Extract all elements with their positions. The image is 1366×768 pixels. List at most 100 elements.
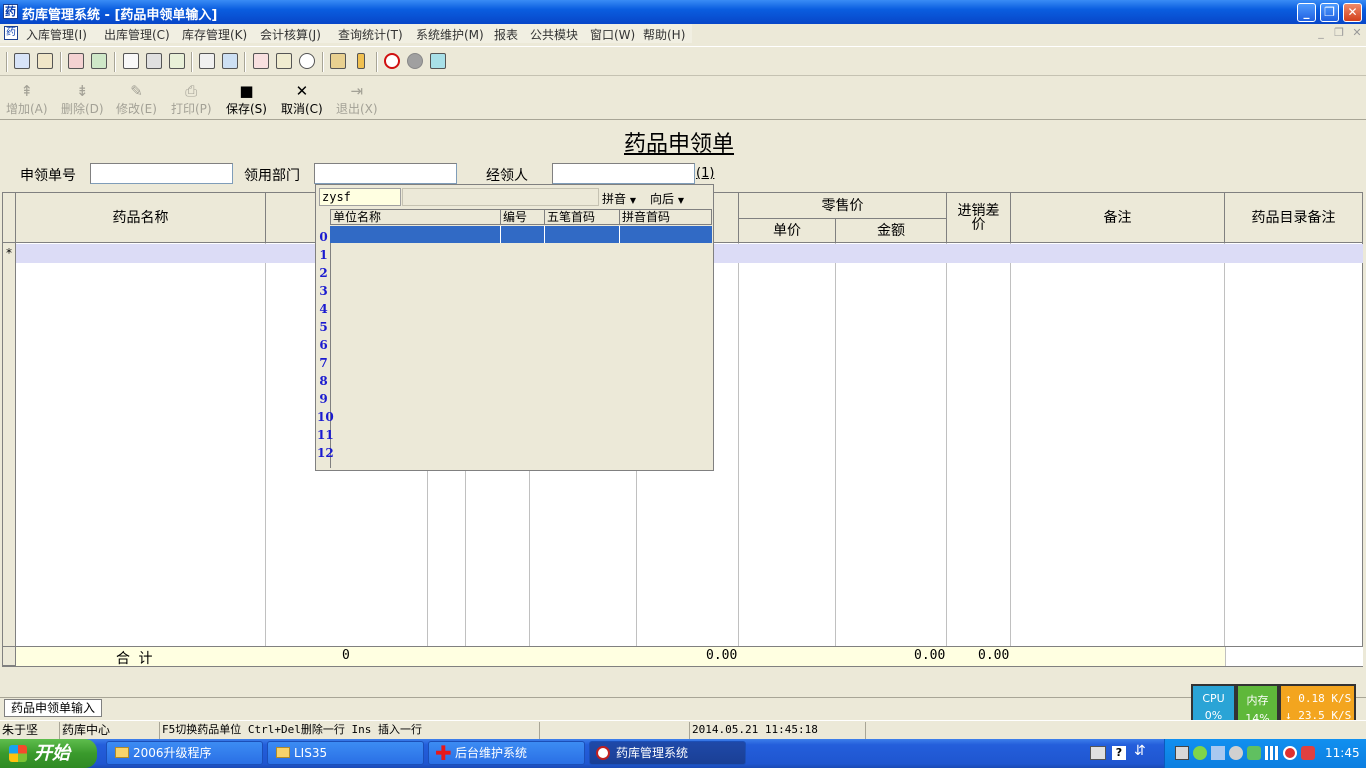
lookup-row-number: 4 xyxy=(319,302,328,316)
exit-button[interactable]: ⇥ 退出(X) xyxy=(336,82,378,117)
total-catalog-remark-cell xyxy=(1225,647,1363,666)
tray-security-icon[interactable] xyxy=(1247,746,1261,760)
header-unit-price[interactable]: 单价 xyxy=(739,219,836,243)
tools-icon[interactable] xyxy=(276,53,292,69)
inbound-icon[interactable] xyxy=(14,53,30,69)
status-empty xyxy=(540,722,690,739)
total-row: 合 计 0 0.00 0.00 0.00 xyxy=(16,646,1363,667)
task-lis35[interactable]: LIS35 xyxy=(267,741,424,765)
lookup-row-number: 12 xyxy=(317,446,334,460)
menu-query[interactable]: 查询统计(T) xyxy=(338,26,403,43)
mdi-child-icon[interactable]: 药 xyxy=(4,26,18,40)
task-backend-maintenance[interactable]: ✚ 后台维护系统 xyxy=(428,741,585,765)
dept-lookup-popup[interactable]: 拼音 ▼ 向后 ▼ 单位名称 编号 五笔首码 拼音首码 012345678910… xyxy=(315,184,714,471)
edit-button[interactable]: ✎ 修改(E) xyxy=(116,82,157,117)
tray-antivirus-icon[interactable] xyxy=(1301,746,1315,760)
close-button[interactable]: ✕ xyxy=(1343,3,1362,22)
tray-vm-icon[interactable] xyxy=(1175,746,1189,760)
lookup-search-input[interactable] xyxy=(319,188,401,206)
restore-button[interactable]: ❐ xyxy=(1320,3,1339,22)
tray-block-icon[interactable] xyxy=(1283,746,1297,760)
menu-outbound[interactable]: 出库管理(C) xyxy=(104,26,170,43)
header-spread[interactable]: 进销差价 xyxy=(947,193,1011,243)
cancel-button[interactable]: ✕ 取消(C) xyxy=(281,82,323,117)
upload-speed: 0.18 K/S xyxy=(1298,692,1352,705)
lookup-selected-row[interactable] xyxy=(330,226,712,243)
total-spread: 0.00 xyxy=(978,648,1010,663)
minimize-button[interactable]: _ xyxy=(1297,3,1316,22)
action-toolbar: ⇞ 增加(A) ⇟ 删除(D) ✎ 修改(E) ⎙ 打印(P) ■ 保存(S) … xyxy=(0,78,1366,118)
menu-help[interactable]: 帮助(H) xyxy=(643,26,685,43)
mdi-tab-order-entry[interactable]: 药品申领单输入 xyxy=(4,699,103,717)
language-icon[interactable]: ⇵ xyxy=(1134,743,1146,759)
tray-grid-icon[interactable] xyxy=(1265,746,1279,760)
lookup-grid-header: 单位名称 编号 五笔首码 拼音首码 xyxy=(330,209,712,225)
menu-system[interactable]: 系统维护(M) xyxy=(416,26,484,43)
header-retail[interactable]: 零售价 xyxy=(739,193,947,219)
lookup-row-number: 1 xyxy=(319,248,328,262)
start-button[interactable]: 开始 xyxy=(0,739,97,768)
menu-public[interactable]: 公共模块 xyxy=(530,26,578,43)
clipboard-icon[interactable] xyxy=(123,53,139,69)
handler-input[interactable] xyxy=(552,163,695,184)
folder-icon[interactable] xyxy=(330,53,346,69)
menu-bar: 药 入库管理(I) 出库管理(C) 库存管理(K) 会计核算(J) 查询统计(T… xyxy=(0,24,692,43)
task-upgrade-program[interactable]: 2006升级程序 xyxy=(106,741,263,765)
card-icon[interactable] xyxy=(146,53,162,69)
menu-reports[interactable]: 报表 xyxy=(494,26,518,43)
task-pharmacy-system[interactable]: 药库管理系统 xyxy=(589,741,746,765)
header-catalog-remark[interactable]: 药品目录备注 xyxy=(1225,193,1362,243)
app-icon[interactable]: 药 xyxy=(3,4,18,19)
stop-icon[interactable] xyxy=(384,53,400,69)
menu-inbound[interactable]: 入库管理(I) xyxy=(26,26,87,43)
calendar-icon[interactable] xyxy=(430,53,446,69)
lookup-col-code[interactable]: 编号 xyxy=(501,210,545,225)
menu-accounting[interactable]: 会计核算(J) xyxy=(260,26,321,43)
lookup-grid-body[interactable] xyxy=(330,226,712,468)
keyboard-icon[interactable] xyxy=(1090,746,1106,760)
add-button[interactable]: ⇞ 增加(A) xyxy=(6,82,48,117)
menu-inventory[interactable]: 库存管理(K) xyxy=(182,26,247,43)
print-button[interactable]: ⎙ 打印(P) xyxy=(171,82,212,117)
outbound-icon[interactable] xyxy=(37,53,53,69)
table-icon[interactable] xyxy=(222,53,238,69)
list-icon[interactable] xyxy=(169,53,185,69)
lookup-search-spacer xyxy=(402,188,599,206)
printer-icon: ⎙ xyxy=(185,82,198,100)
tray-monitor-icon[interactable] xyxy=(1211,746,1225,760)
order-no-input[interactable] xyxy=(90,163,233,184)
page-indicator: (1) xyxy=(696,166,715,181)
lookup-direction-dropdown[interactable]: 向后 ▼ xyxy=(650,190,684,207)
help-icon[interactable]: ? xyxy=(1112,746,1126,760)
title-bar[interactable]: 药 药库管理系统 - [药品申领单输入] _ ❐ ✕ xyxy=(0,0,1366,24)
mdi-minimize-icon[interactable]: _ xyxy=(1314,26,1328,40)
header-remark[interactable]: 备注 xyxy=(1011,193,1225,243)
toolbar-separator xyxy=(244,52,246,72)
mdi-close-icon[interactable]: ✕ xyxy=(1350,26,1364,40)
tray-sync-icon[interactable] xyxy=(1229,746,1243,760)
thermometer-icon[interactable] xyxy=(357,53,365,69)
tray-network-icon[interactable] xyxy=(1193,746,1207,760)
mdi-restore-icon[interactable]: ❐ xyxy=(1332,26,1346,40)
lookup-row-number: 7 xyxy=(319,356,328,370)
lookup-row-number: 5 xyxy=(319,320,328,334)
dept-input[interactable] xyxy=(314,163,457,184)
cancel-icon: ✕ xyxy=(295,82,309,100)
copy-icon[interactable] xyxy=(199,53,215,69)
lookup-col-wubi[interactable]: 五笔首码 xyxy=(545,210,620,225)
form-header: 药品申领单 申领单号 领用部门 经领人 (1) xyxy=(0,119,1366,191)
header-amount[interactable]: 金额 xyxy=(836,219,947,243)
calculator-icon[interactable] xyxy=(253,53,269,69)
lookup-mode-dropdown[interactable]: 拼音 ▼ xyxy=(602,190,636,207)
lookup-col-pinyin[interactable]: 拼音首码 xyxy=(620,210,711,225)
total-retail-amount: 0.00 xyxy=(914,648,946,663)
menu-window[interactable]: 窗口(W) xyxy=(590,26,635,43)
search-icon[interactable] xyxy=(299,53,315,69)
lookup-col-name[interactable]: 单位名称 xyxy=(331,210,501,225)
save-button[interactable]: ■ 保存(S) xyxy=(226,82,267,117)
check-icon[interactable] xyxy=(91,53,107,69)
disk-icon[interactable] xyxy=(407,53,423,69)
document-icon[interactable] xyxy=(68,53,84,69)
header-drug-name[interactable]: 药品名称 xyxy=(16,193,266,243)
delete-button[interactable]: ⇟ 删除(D) xyxy=(61,82,104,117)
